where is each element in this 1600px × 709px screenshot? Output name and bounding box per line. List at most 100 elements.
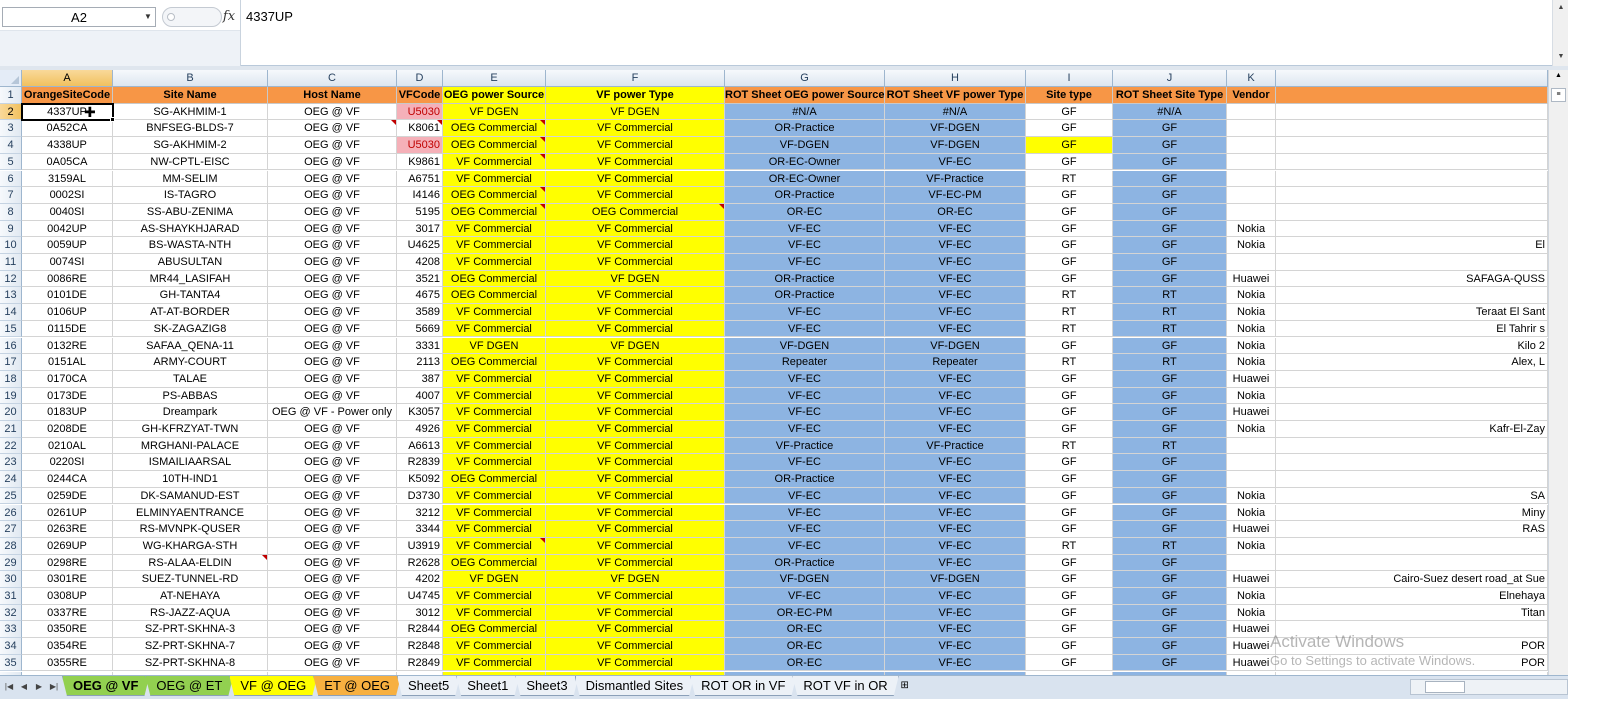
cell-g[interactable]: VF-EC (725, 320, 885, 338)
cell-c[interactable]: OEG @ VF (268, 153, 397, 171)
cell-j[interactable]: GF (1113, 504, 1227, 522)
column-header-f[interactable]: F (546, 70, 725, 87)
sheet-tab[interactable]: Dismantled Sites (575, 676, 695, 696)
cell-i[interactable]: GF (1026, 504, 1113, 522)
cell-l[interactable]: Kafr-El-Zay (1276, 421, 1548, 438)
cell-j[interactable]: GF (1113, 571, 1227, 588)
cell-f[interactable]: VF Commercial (546, 170, 725, 188)
cell-e[interactable]: VF Commercial (443, 504, 546, 522)
cell-g[interactable]: VF-EC (725, 421, 885, 438)
cell-l[interactable] (1276, 103, 1548, 121)
cell-d[interactable]: 3212 (397, 504, 443, 522)
cell-l[interactable] (1276, 153, 1548, 171)
cell-c[interactable]: OEG @ VF - Power only (268, 404, 397, 421)
cell-g[interactable]: OR-EC (725, 654, 885, 672)
cell-l[interactable] (1276, 203, 1548, 221)
cell-i[interactable]: GF (1026, 487, 1113, 505)
row-header[interactable]: 13 (0, 287, 22, 305)
cell-i[interactable]: GF (1026, 387, 1113, 405)
cell-l[interactable]: Kilo 2 (1276, 337, 1548, 355)
cell-b[interactable]: AS-SHAYKHJARAD (113, 220, 268, 238)
cell-j[interactable]: GF (1113, 487, 1227, 505)
cell-c[interactable]: OEG @ VF (268, 437, 397, 455)
cell-b[interactable]: Dreampark (113, 404, 268, 421)
cell-i[interactable]: GF (1026, 454, 1113, 472)
row-header[interactable]: 11 (0, 254, 22, 271)
cell-h[interactable]: VF-EC (885, 320, 1026, 338)
row-header[interactable]: 28 (0, 537, 22, 555)
sheet-tab[interactable]: ROT VF in OR (792, 676, 898, 696)
cell-e[interactable]: OEG Commercial (443, 354, 546, 371)
column-header-l[interactable] (1276, 70, 1548, 87)
cell-f[interactable]: VF Commercial (546, 421, 725, 438)
cell-d[interactable]: 387 (397, 370, 443, 388)
cell-j[interactable]: GF (1113, 404, 1227, 421)
cell-b[interactable]: Site Name (113, 87, 268, 104)
row-header[interactable]: 9 (0, 220, 22, 238)
cell-i[interactable]: GF (1026, 137, 1113, 154)
cell-h[interactable]: VF-DGEN (885, 337, 1026, 355)
cell-b[interactable]: MR44_LASIFAH (113, 270, 268, 288)
cell-a[interactable]: 4337UP (22, 103, 113, 121)
cell-k[interactable]: Nokia (1227, 487, 1276, 505)
scroll-up-icon[interactable]: ▲ (1553, 1, 1569, 15)
cell-b[interactable]: RS-JAZZ-AQUA (113, 604, 268, 622)
cell-c[interactable]: OEG @ VF (268, 471, 397, 488)
cell-l[interactable] (1276, 187, 1548, 204)
cell-k[interactable]: Nokia (1227, 421, 1276, 438)
cell-b[interactable]: RS-ALAA-ELDIN (113, 554, 268, 572)
cell-f[interactable]: VF Commercial (546, 604, 725, 622)
cell-f[interactable]: VF Commercial (546, 638, 725, 655)
cell-b[interactable]: 10TH-IND1 (113, 471, 268, 488)
vertical-scroll-thumb[interactable]: ≡ (1551, 88, 1566, 102)
cell-c[interactable]: OEG @ VF (268, 487, 397, 505)
cell-d[interactable]: R2849 (397, 654, 443, 672)
cell-b[interactable]: PS-ABBAS (113, 387, 268, 405)
cell-b[interactable]: DK-SAMANUD-EST (113, 487, 268, 505)
cell-i[interactable]: RT (1026, 170, 1113, 188)
cell-b[interactable]: GH-TANTA4 (113, 287, 268, 305)
sheet-tab[interactable]: ROT OR in VF (690, 676, 796, 696)
cell-e[interactable]: VF DGEN (443, 103, 546, 121)
cell-h[interactable]: VF-EC-PM (885, 187, 1026, 204)
cell-f[interactable]: VF Commercial (546, 521, 725, 538)
cell-h[interactable]: VF-EC (885, 220, 1026, 238)
cell-i[interactable]: GF (1026, 237, 1113, 254)
insert-function-icon[interactable]: fx (220, 8, 238, 26)
cell-b[interactable]: MRGHANI-PALACE (113, 437, 268, 455)
cell-j[interactable]: GF (1113, 554, 1227, 572)
cell-l[interactable] (1276, 437, 1548, 455)
cell-a[interactable]: 0269UP (22, 537, 113, 555)
cell-a[interactable]: 0101DE (22, 287, 113, 305)
cell-i[interactable]: RT (1026, 287, 1113, 305)
cell-j[interactable]: GF (1113, 387, 1227, 405)
cell-a[interactable]: 0086RE (22, 270, 113, 288)
spreadsheet-grid[interactable]: ABCDEFGHIJK 1 2 3 4 5 6 7 8 9 10 11 12 13 14 15 16 17 18 1… (0, 70, 1548, 675)
cell-a[interactable]: 0308UP (22, 588, 113, 605)
cell-c[interactable]: Host Name (268, 87, 397, 104)
cell-d[interactable]: 3589 (397, 304, 443, 321)
cell-j[interactable]: GF (1113, 621, 1227, 639)
cell-e[interactable]: OEG Commercial (443, 270, 546, 288)
cell-d[interactable]: 5669 (397, 320, 443, 338)
cell-i[interactable]: GF (1026, 187, 1113, 204)
cell-c[interactable]: OEG @ VF (268, 103, 397, 121)
cell-d[interactable]: U5030 (397, 137, 443, 154)
cell-c[interactable]: OEG @ VF (268, 454, 397, 472)
cell-k[interactable]: Nokia (1227, 304, 1276, 321)
sheet-tab[interactable]: OEG @ ET (145, 676, 233, 696)
cell-g[interactable]: OR-EC-PM (725, 604, 885, 622)
cell-k[interactable] (1227, 187, 1276, 204)
row-header[interactable]: 1 (0, 87, 22, 104)
cell-j[interactable]: RT (1113, 537, 1227, 555)
cell-i[interactable]: GF (1026, 621, 1113, 639)
cell-e[interactable]: VF Commercial (443, 638, 546, 655)
cell-e[interactable]: OEG power Source (443, 87, 546, 104)
row-header[interactable]: 20 (0, 404, 22, 421)
cell-c[interactable]: OEG @ VF (268, 187, 397, 204)
cell-i[interactable]: GF (1026, 337, 1113, 355)
cell-f[interactable]: VF Commercial (546, 370, 725, 388)
cell-e[interactable]: VF DGEN (443, 337, 546, 355)
cell-a[interactable]: 0A05CA (22, 153, 113, 171)
cell-f[interactable]: VF Commercial (546, 554, 725, 572)
